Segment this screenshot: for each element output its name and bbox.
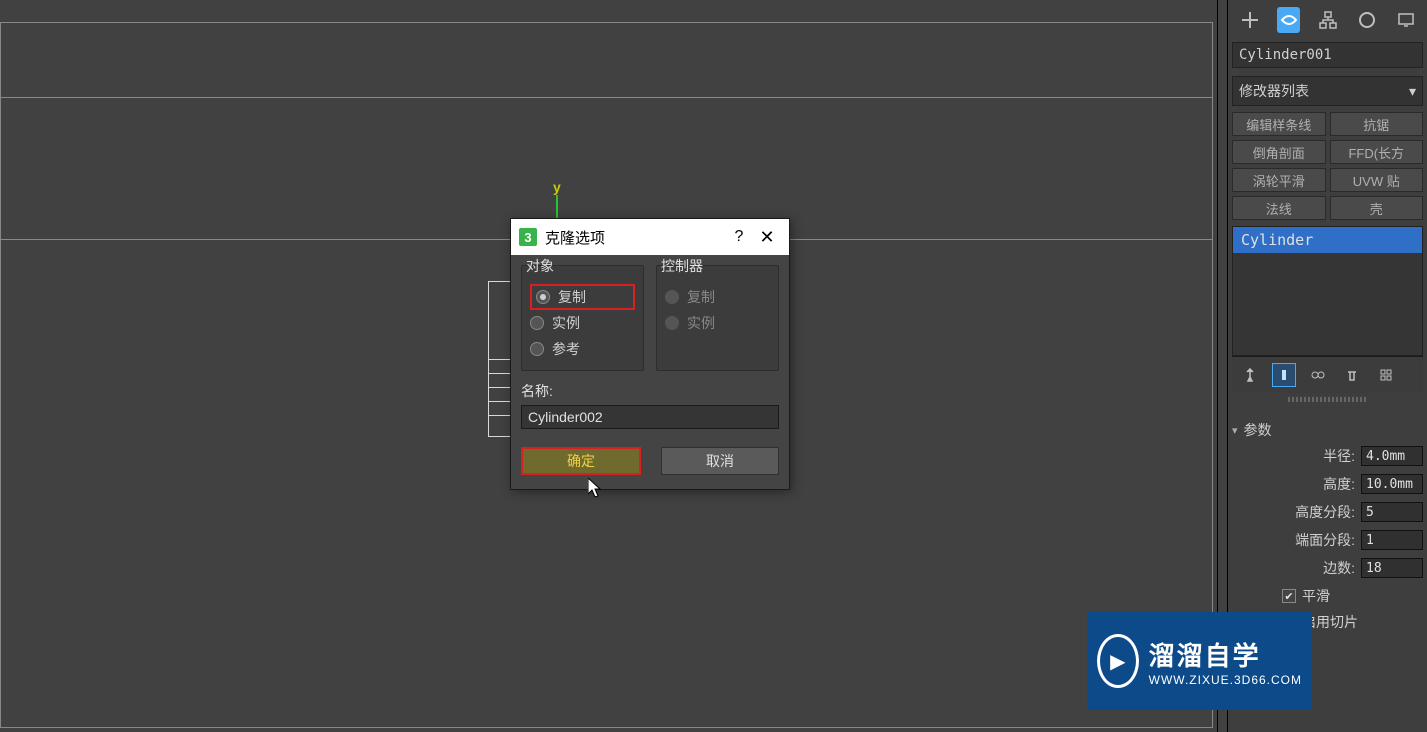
object-group-label: 对象 [522, 256, 558, 276]
controller-radio-copy: 复制 [665, 284, 770, 310]
modifier-preset-grid: 编辑样条线 抗锯 倒角剖面 FFD(长方 涡轮平滑 UVW 贴 法线 壳 [1232, 112, 1423, 220]
modifier-preset-button[interactable]: 抗锯 [1330, 112, 1424, 136]
play-icon: ▶ [1097, 634, 1139, 688]
modifier-preset-button[interactable]: 涡轮平滑 [1232, 168, 1326, 192]
modifier-preset-button[interactable]: FFD(长方 [1330, 140, 1424, 164]
selected-object-name[interactable]: Cylinder001 [1232, 42, 1423, 68]
create-tab-icon[interactable] [1238, 7, 1261, 33]
pin-stack-icon[interactable] [1238, 363, 1262, 387]
modifier-preset-button[interactable]: 法线 [1232, 196, 1326, 220]
param-label: 高度分段: [1295, 502, 1355, 522]
motion-tab-icon[interactable] [1355, 7, 1378, 33]
param-spinner-height[interactable]: 10.0mm [1361, 474, 1423, 494]
radio-label: 参考 [552, 339, 580, 359]
radio-icon [665, 290, 679, 304]
param-spinner-cap-segments[interactable]: 1 [1361, 530, 1423, 550]
clone-options-dialog: 3 克隆选项 ? ✕ 对象 复制 实例 参考 [510, 218, 790, 490]
radio-instance[interactable]: 实例 [530, 310, 635, 336]
modifier-preset-button[interactable]: 壳 [1330, 196, 1424, 220]
make-unique-icon[interactable] [1306, 363, 1330, 387]
controller-radio-instance: 实例 [665, 310, 770, 336]
radio-icon [530, 342, 544, 356]
radio-icon [530, 316, 544, 330]
modifier-stack[interactable]: Cylinder [1232, 226, 1423, 356]
watermark-title: 溜溜自学 [1149, 636, 1302, 673]
modifier-preset-button[interactable]: 倒角剖面 [1232, 140, 1326, 164]
param-row-height: 高度: 10.0mm [1232, 472, 1423, 496]
param-spinner-sides[interactable]: 18 [1361, 558, 1423, 578]
smooth-checkbox-row[interactable]: ✔ 平滑 [1232, 586, 1423, 606]
param-label: 半径: [1323, 446, 1355, 466]
modifier-list-label: 修改器列表 [1239, 81, 1309, 101]
param-row-radius: 半径: 4.0mm [1232, 444, 1423, 468]
param-spinner-height-segments[interactable]: 5 [1361, 502, 1423, 522]
watermark-url: WWW.ZIXUE.3D66.COM [1149, 673, 1302, 687]
param-label: 高度: [1323, 474, 1355, 494]
param-row-cap-segments: 端面分段: 1 [1232, 528, 1423, 552]
command-panel-tabs [1228, 0, 1427, 36]
dialog-title: 克隆选项 [545, 227, 725, 248]
modifier-stack-item[interactable]: Cylinder [1233, 227, 1422, 253]
radio-icon [665, 316, 679, 330]
param-label: 端面分段: [1295, 530, 1355, 550]
modifier-list-dropdown[interactable]: 修改器列表 ▾ [1232, 76, 1423, 106]
close-button[interactable]: ✕ [753, 223, 781, 251]
radio-copy[interactable]: 复制 [530, 284, 635, 310]
axis-label-y: y [553, 179, 561, 195]
parameters-rollout-header[interactable]: 参数 [1232, 420, 1423, 440]
param-spinner-radius[interactable]: 4.0mm [1361, 446, 1423, 466]
modify-tab-icon[interactable] [1277, 7, 1300, 33]
ok-button[interactable]: 确定 [521, 447, 641, 475]
watermark-text: 溜溜自学 WWW.ZIXUE.3D66.COM [1149, 636, 1302, 687]
name-label: 名称: [521, 381, 779, 401]
radio-icon [536, 290, 550, 304]
dialog-body: 对象 复制 实例 参考 控制器 复制 [511, 255, 789, 489]
smooth-label: 平滑 [1302, 586, 1330, 606]
rollout-title: 参数 [1244, 420, 1272, 440]
radio-label: 复制 [687, 287, 715, 307]
modifier-preset-button[interactable]: UVW 贴 [1330, 168, 1424, 192]
object-clone-group: 对象 复制 实例 参考 [521, 265, 644, 371]
panel-grip[interactable] [1288, 397, 1367, 402]
grid-line [1, 97, 1212, 98]
app-icon: 3 [519, 228, 537, 246]
show-end-result-icon[interactable] [1272, 363, 1296, 387]
radio-label: 实例 [552, 313, 580, 333]
controller-clone-group: 控制器 复制 实例 [656, 265, 779, 371]
watermark: ▶ 溜溜自学 WWW.ZIXUE.3D66.COM [1087, 612, 1312, 710]
radio-label: 复制 [558, 287, 586, 307]
help-button[interactable]: ? [725, 223, 753, 251]
dialog-titlebar[interactable]: 3 克隆选项 ? ✕ [511, 219, 789, 255]
radio-label: 实例 [687, 313, 715, 333]
param-row-sides: 边数: 18 [1232, 556, 1423, 580]
chevron-down-icon: ▾ [1409, 83, 1416, 100]
modifier-stack-toolbar [1232, 356, 1423, 393]
modifier-preset-button[interactable]: 编辑样条线 [1232, 112, 1326, 136]
param-row-height-segments: 高度分段: 5 [1232, 500, 1423, 524]
display-tab-icon[interactable] [1394, 7, 1417, 33]
checkbox-icon: ✔ [1282, 589, 1296, 603]
scene-object [488, 281, 512, 437]
cancel-button[interactable]: 取消 [661, 447, 779, 475]
clone-name-input[interactable] [521, 405, 779, 429]
configure-sets-icon[interactable] [1374, 363, 1398, 387]
param-label: 边数: [1323, 558, 1355, 578]
radio-reference[interactable]: 参考 [530, 336, 635, 362]
hierarchy-tab-icon[interactable] [1316, 7, 1339, 33]
controller-group-label: 控制器 [657, 256, 707, 276]
remove-modifier-icon[interactable] [1340, 363, 1364, 387]
